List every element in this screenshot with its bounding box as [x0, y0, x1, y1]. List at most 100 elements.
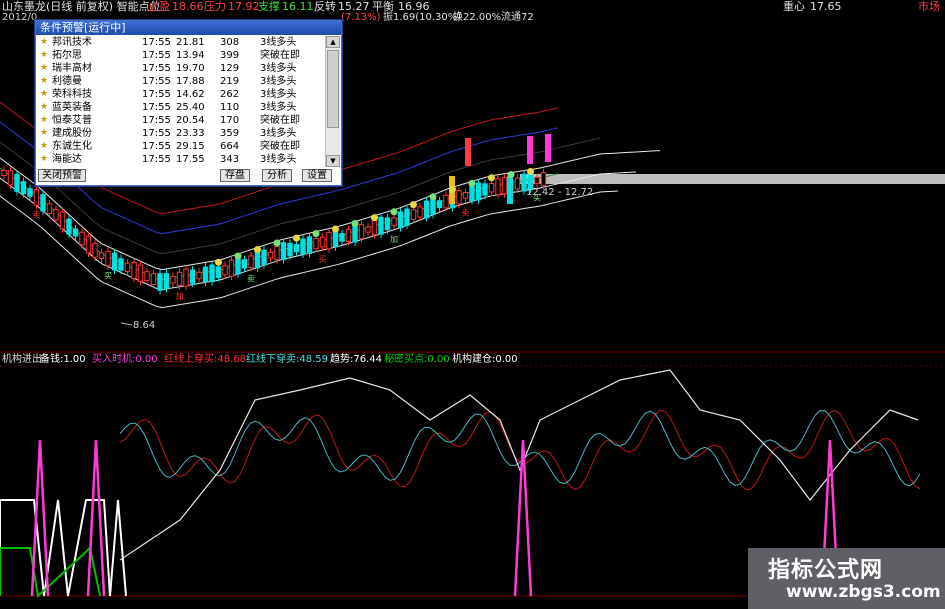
candle-body [267, 251, 274, 259]
alert-time: 17:55 [142, 115, 171, 126]
watermark-title: 指标公式网 [768, 558, 884, 583]
alert-signal: 3线多头 [260, 76, 297, 87]
signal-marker-text: 加 [390, 234, 398, 244]
candle-body [189, 269, 196, 284]
candle-body-highlight [465, 138, 471, 166]
alert-row[interactable]: ★ 恒泰艾普 17:55 20.54 170 突破在即 [38, 114, 324, 127]
candle-body [202, 266, 209, 283]
signal-dot [410, 201, 417, 209]
alert-scrollbar[interactable]: ▲ ▼ [325, 36, 340, 167]
candle-body [124, 262, 131, 273]
center-label: 重心 [783, 0, 805, 13]
turnover: 换22.00% [453, 12, 502, 23]
alert-signal: 3线多头 [260, 128, 297, 139]
signal-dot [312, 230, 320, 238]
candle-body [371, 220, 378, 236]
alert-stock-name: 海能达 [52, 154, 82, 165]
alert-row[interactable]: ★ 荣科科技 17:55 14.62 262 3线多头 [38, 88, 324, 101]
alert-volume: 219 [220, 76, 240, 87]
candle-body [27, 188, 33, 197]
candle-body [222, 265, 228, 276]
signal-marker-text: 买 [533, 193, 541, 202]
field-red-cross-up: 红线上穿买:48.68 [164, 352, 246, 365]
candle-body [261, 249, 267, 266]
alert-title-bar[interactable]: 条件预警[运行中] [36, 21, 341, 35]
alert-price: 17.55 [176, 154, 205, 165]
alert-volume: 308 [220, 37, 240, 48]
condition-alert-window[interactable]: 条件预警[运行中] ★ 邦讯技术 17:55 21.81 308 3线多头 ★ 拓尔思 17:5… [35, 20, 342, 186]
fanzhuan-value: 15.27 [338, 0, 370, 13]
candle-body [33, 189, 40, 206]
candle-body [176, 271, 183, 286]
candle-body [540, 172, 547, 187]
candle-body-highlight [545, 134, 551, 162]
candle-body [345, 228, 352, 242]
candle-body [53, 209, 59, 221]
alert-volume: 129 [220, 63, 240, 74]
alert-row[interactable]: ★ 拓尔思 17:55 13.94 399 突破在即 [38, 49, 324, 62]
candle-body [482, 183, 488, 196]
signal-dot [488, 174, 495, 182]
candle-body [46, 203, 53, 215]
field-beiqian: 备钱:1.00 [40, 352, 86, 365]
yali-value: 17.92 [228, 0, 260, 13]
alert-row[interactable]: ★ 蓝英装备 17:55 25.40 110 3线多头 [38, 101, 324, 114]
alert-row[interactable]: ★ 瑞丰高材 17:55 19.70 129 3线多头 [38, 62, 324, 75]
alert-list[interactable]: ★ 邦讯技术 17:55 21.81 308 3线多头 ★ 拓尔思 17:55 13.94 399 突… [38, 36, 324, 167]
signal-dot [234, 252, 242, 260]
low-price-label: 8.64 [133, 320, 155, 331]
alert-signal: 突破在即 [260, 141, 300, 152]
date-label: 2012/0 [2, 12, 38, 23]
candle-body [488, 183, 495, 193]
alert-price: 19.70 [176, 63, 205, 74]
candle-body [131, 261, 137, 279]
zhicheng-label: 支撑 [258, 0, 280, 13]
field-buy-timing: 买入时机:0.00 [92, 352, 158, 365]
scroll-up-icon[interactable]: ▲ [326, 36, 340, 48]
scroll-down-icon[interactable]: ▼ [326, 155, 340, 167]
alert-price: 20.54 [176, 115, 205, 126]
candle-body [137, 264, 144, 282]
signal-dot [273, 239, 281, 247]
signal-marker-text: 买 [104, 272, 112, 281]
candle-body [352, 224, 358, 243]
alert-price: 25.40 [176, 102, 205, 113]
alert-stock-name: 瑞丰高材 [52, 63, 92, 74]
alert-row[interactable]: ★ 海能达 17:55 17.55 343 3线多头 [38, 153, 324, 166]
candle-body [228, 259, 235, 277]
alert-price: 29.15 [176, 141, 205, 152]
candle-body [20, 181, 27, 195]
alert-time: 17:55 [142, 63, 171, 74]
save-button[interactable]: 存盘 [220, 169, 250, 182]
candle-body [1, 170, 7, 176]
alert-time: 17:55 [142, 141, 171, 152]
candle-body [358, 224, 365, 240]
candle-body [79, 231, 85, 246]
market-label: 市场 [918, 0, 940, 13]
pingheng-value: 16.96 [398, 0, 430, 13]
candle-body [163, 273, 170, 289]
alert-stock-name: 蓝英装备 [52, 102, 92, 113]
star-icon: ★ [40, 63, 49, 73]
quote-header: 山东墨龙(日线 前复权) 智能点位 止盈 18.66 压力 17.92 支撑 1… [0, 0, 945, 23]
alert-row[interactable]: ★ 东诚生化 17:55 29.15 664 突破在即 [38, 140, 324, 153]
scroll-thumb[interactable] [327, 50, 339, 128]
zhiying-value: 18.66 [172, 0, 204, 13]
settings-button[interactable]: 设置 [302, 169, 332, 182]
alert-signal: 3线多头 [260, 102, 297, 113]
alert-row[interactable]: ★ 利德曼 17:55 17.88 219 3线多头 [38, 75, 324, 88]
candle-body [170, 276, 176, 284]
signal-markers: 卖买加卖买加卖买 [33, 168, 541, 301]
candle-body [280, 242, 287, 261]
close-alert-button[interactable]: 关闭预警 [38, 169, 86, 182]
star-icon: ★ [40, 141, 49, 151]
alert-row[interactable]: ★ 建成股份 17:55 23.33 359 3线多头 [38, 127, 324, 140]
alert-time: 17:55 [142, 154, 171, 165]
alert-signal: 3线多头 [260, 154, 297, 165]
candle-body [254, 250, 261, 269]
analyze-button[interactable]: 分析 [262, 169, 292, 182]
candle-body [287, 242, 293, 257]
alert-row[interactable]: ★ 邦讯技术 17:55 21.81 308 3线多头 [38, 36, 324, 49]
signal-dot [351, 220, 359, 227]
candle-body [300, 238, 306, 255]
